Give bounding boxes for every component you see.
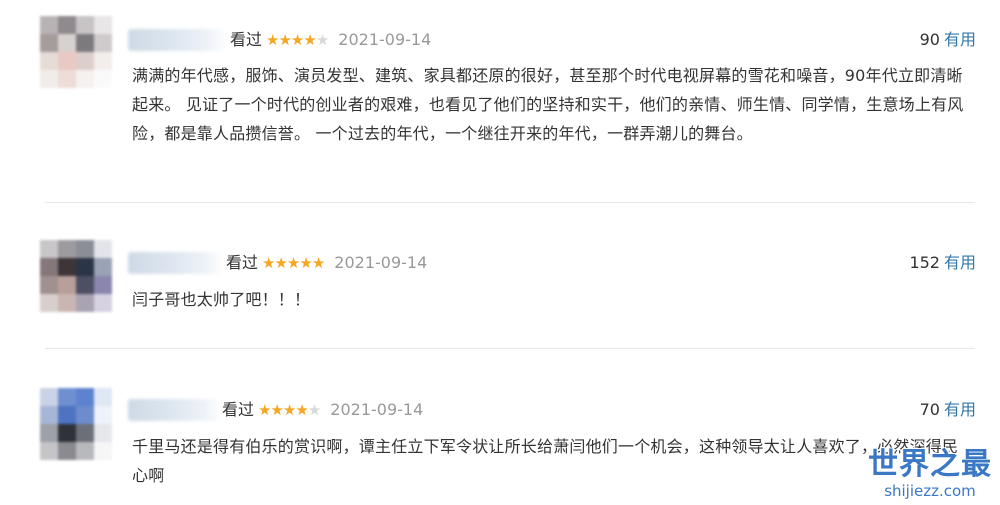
watermark-url: shijiezz.com	[884, 482, 976, 500]
username-redacted[interactable]	[128, 252, 224, 274]
star-filled-icon: ★	[311, 254, 325, 272]
star-filled-icon: ★	[290, 31, 304, 49]
useful-votes: 90 有用	[920, 29, 976, 51]
review-content: 闫子哥也太帅了吧！！！	[132, 290, 311, 309]
star-empty-icon: ★	[307, 401, 321, 419]
rating-stars: ★★★★★	[262, 252, 325, 274]
star-filled-icon: ★	[295, 401, 308, 419]
username-redacted[interactable]	[128, 399, 222, 421]
divider	[45, 202, 975, 203]
star-filled-icon: ★	[303, 31, 316, 49]
review-date: 2021-09-14	[334, 253, 428, 272]
review-date: 2021-09-14	[330, 400, 424, 419]
star-filled-icon: ★	[270, 401, 283, 419]
watched-label: 看过	[230, 30, 263, 49]
review-date: 2021-09-14	[338, 30, 432, 49]
useful-count: 70	[919, 400, 940, 419]
star-filled-icon: ★	[262, 254, 275, 272]
watched-label: 看过	[226, 253, 259, 272]
review-content: 满满的年代感，服饰、演员发型、建筑、家具都还原的很好，甚至那个时代电视屏幕的雪花…	[132, 66, 964, 143]
useful-count: 152	[909, 253, 940, 272]
rating-stars: ★★★★★	[266, 29, 329, 51]
review-meta: 看过 ★★★★★ 2021-09-14	[226, 252, 427, 274]
divider	[45, 348, 975, 349]
avatar[interactable]	[40, 240, 112, 312]
star-filled-icon: ★	[278, 31, 291, 49]
star-filled-icon: ★	[282, 401, 296, 419]
watched-label: 看过	[222, 400, 255, 419]
rating-stars: ★★★★★	[258, 399, 321, 421]
comments-page: 看过 ★★★★★ 2021-09-14 90 有用 满满的年代感，服饰、演员发型、…	[0, 0, 1000, 505]
review-meta: 看过 ★★★★★ 2021-09-14	[230, 29, 431, 51]
username-redacted[interactable]	[128, 29, 228, 51]
avatar[interactable]	[40, 388, 112, 460]
useful-votes: 70 有用	[920, 399, 976, 421]
star-filled-icon: ★	[266, 31, 279, 49]
useful-votes: 152 有用	[909, 252, 976, 274]
review-content: 千里马还是得有伯乐的赏识啊，谭主任立下军令状让所长给萧闫他们一个机会，这种领导太…	[132, 437, 959, 485]
star-empty-icon: ★	[315, 31, 329, 49]
review-meta: 看过 ★★★★★ 2021-09-14	[222, 399, 423, 421]
useful-button[interactable]: 有用	[944, 30, 976, 49]
useful-count: 90	[919, 30, 940, 49]
avatar[interactable]	[40, 16, 112, 88]
site-watermark: 世界之最 shijiezz.com	[868, 450, 992, 499]
star-filled-icon: ★	[274, 254, 287, 272]
star-filled-icon: ★	[286, 254, 300, 272]
watermark-logo-text: 世界之最	[868, 447, 992, 482]
star-filled-icon: ★	[299, 254, 312, 272]
useful-button[interactable]: 有用	[944, 253, 976, 272]
useful-button[interactable]: 有用	[944, 400, 976, 419]
star-filled-icon: ★	[258, 401, 271, 419]
